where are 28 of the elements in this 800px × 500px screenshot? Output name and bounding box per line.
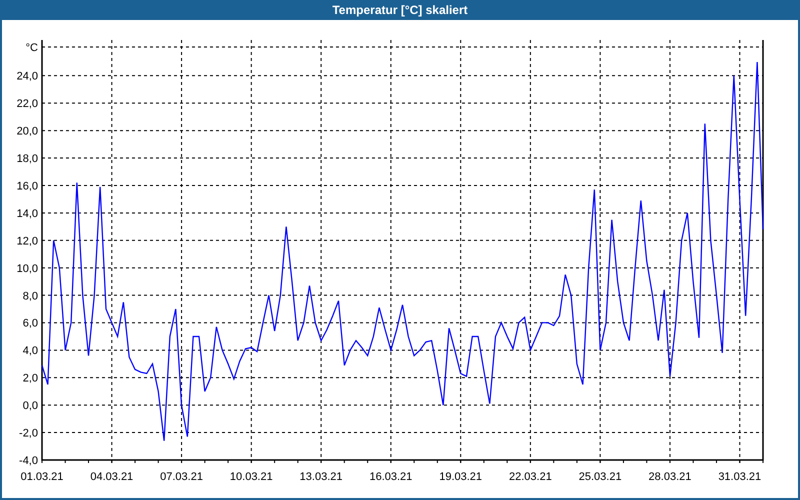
y-tick-label: 8,0 bbox=[22, 290, 38, 302]
y-tick-label: 22,0 bbox=[16, 98, 38, 110]
y-tick-label: 24,0 bbox=[16, 70, 38, 83]
x-tick-label: 28.03.21 bbox=[648, 471, 692, 483]
y-tick-label: 16,0 bbox=[16, 180, 38, 192]
window-title: Temperatur [°C] skaliert bbox=[332, 2, 468, 19]
axis-label: °C bbox=[26, 42, 38, 54]
y-tick-label: 14,0 bbox=[16, 208, 38, 220]
x-tick-label: 10.03.21 bbox=[230, 471, 273, 483]
y-tick-label: 6,0 bbox=[22, 318, 38, 330]
y-tick-label: -4,0 bbox=[19, 455, 38, 467]
x-tick-label: 07.03.21 bbox=[160, 471, 203, 483]
y-tick-label: 4,0 bbox=[22, 345, 38, 358]
y-tick-label: 20,0 bbox=[16, 126, 38, 138]
y-tick-label: 18,0 bbox=[16, 153, 38, 166]
x-tick-label: 31.03.21 bbox=[718, 471, 762, 483]
x-tick-label: 01.03.21 bbox=[20, 471, 64, 483]
y-tick-label: 12,0 bbox=[16, 235, 38, 248]
x-tick-label: 19.03.21 bbox=[439, 471, 482, 483]
y-tick-label: 2,0 bbox=[22, 372, 38, 385]
y-tick-label: 0,0 bbox=[22, 400, 38, 412]
x-tick-label: 13.03.21 bbox=[300, 471, 342, 483]
y-tick-label: 10,0 bbox=[16, 262, 38, 275]
x-tick-label: 04.03.21 bbox=[90, 471, 134, 483]
x-tick-label: 25.03.21 bbox=[578, 471, 622, 483]
x-tick-label: 22.03.21 bbox=[509, 471, 552, 483]
y-tick-label: -2,0 bbox=[19, 428, 38, 440]
x-tick-label: 16.03.21 bbox=[369, 471, 412, 483]
